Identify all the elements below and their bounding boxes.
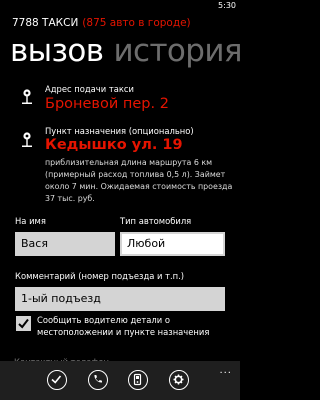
phone-dial-icon — [133, 373, 142, 386]
app-title: 7788 ТАКСИ (875 авто в городе) — [12, 17, 191, 29]
comment-label: Комментарий (номер подъезда и т.п.) — [15, 271, 185, 281]
more-menu-button[interactable]: ... — [219, 365, 232, 376]
pivot-tab-call[interactable]: вызов — [10, 33, 104, 69]
call-button[interactable] — [88, 370, 108, 390]
destination-label: Пункт назначения (опционально) — [45, 126, 194, 136]
car-type-select[interactable]: Любой — [120, 232, 225, 256]
name-field-label: На имя — [15, 216, 46, 226]
name-input[interactable]: Вася — [15, 232, 115, 256]
pickup-label: Адрес подачи такси — [45, 84, 134, 94]
pickup-address[interactable]: Броневой пер. 2 — [45, 96, 169, 112]
check-icon — [51, 375, 62, 384]
confirm-button[interactable] — [47, 370, 67, 390]
status-bar: 5:30 — [0, 0, 240, 12]
route-estimate-text: приблизительная длина маршрута 6 км (при… — [45, 158, 233, 203]
location-pin-icon — [21, 131, 33, 149]
app-name: 7788 ТАКСИ — [12, 17, 79, 29]
share-details-checkbox[interactable] — [16, 316, 31, 331]
app-bar: ... — [0, 361, 240, 400]
settings-button[interactable] — [169, 370, 189, 390]
settings-icon — [173, 374, 184, 385]
cars-online-count: (875 авто в городе) — [82, 17, 191, 29]
phone-icon — [94, 375, 102, 383]
destination-address[interactable]: Кедышко ул. 19 — [45, 137, 183, 153]
pivot-tab-history[interactable]: история — [113, 33, 242, 69]
car-type-label: Тип автомобиля — [120, 216, 192, 226]
comment-input[interactable]: 1-ый подъезд — [15, 287, 225, 311]
location-pin-icon — [21, 88, 33, 106]
checkmark-icon — [18, 318, 29, 329]
pivot-headers: вызов история — [10, 33, 252, 69]
clock: 5:30 — [218, 1, 236, 10]
dial-button[interactable] — [128, 370, 148, 390]
share-details-label: Сообщить водителю детали о местоположени… — [37, 315, 210, 337]
